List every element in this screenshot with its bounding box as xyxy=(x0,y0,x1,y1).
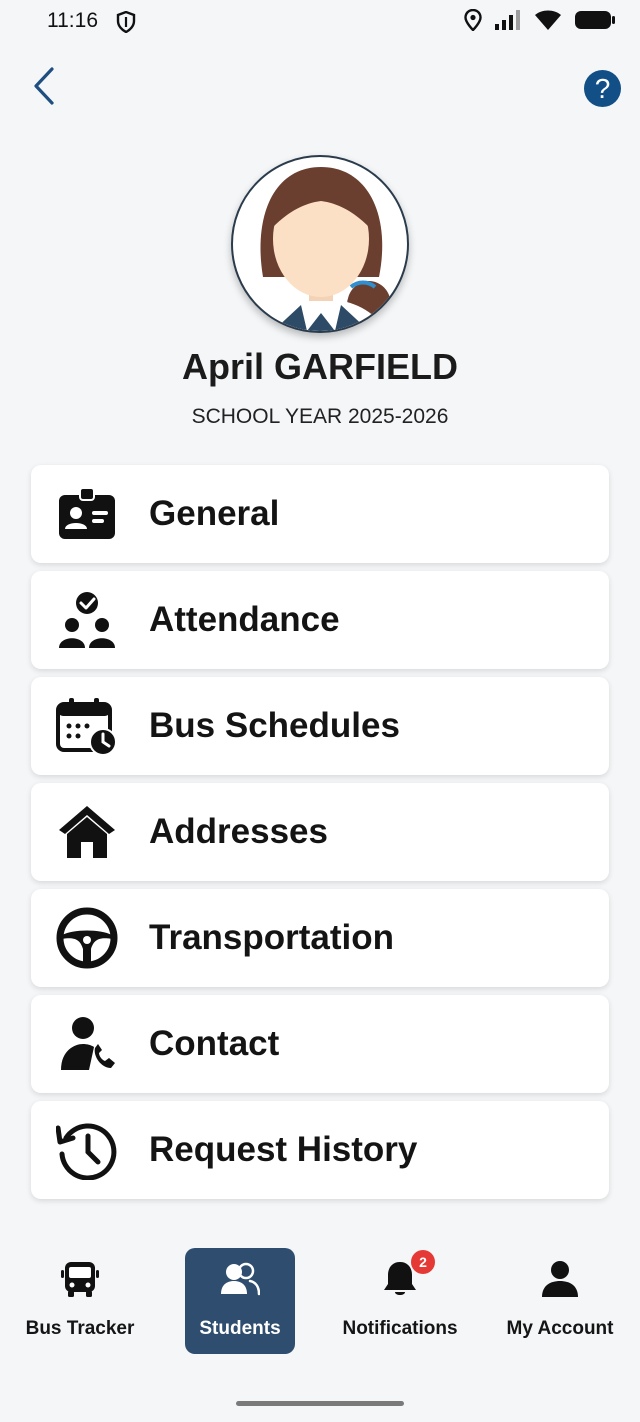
nav-bus-tracker[interactable]: Bus Tracker xyxy=(25,1248,135,1354)
nav-label-students: Students xyxy=(199,1318,281,1339)
person-phone-icon xyxy=(55,1012,119,1076)
help-icon: ? xyxy=(594,72,611,104)
battery-icon xyxy=(574,9,616,36)
id-card-icon xyxy=(55,482,119,546)
bottom-nav: Bus Tracker Students 2 Notifications My … xyxy=(0,1232,640,1372)
menu-item-addresses[interactable]: Addresses xyxy=(31,783,609,881)
signal-icon xyxy=(494,9,522,36)
students-icon xyxy=(220,1256,260,1302)
chevron-left-icon xyxy=(32,66,56,110)
home-indicator[interactable] xyxy=(236,1401,404,1406)
student-profile-screen: 11:16 ? April GARFIELD SCHOOL YEAR 2025-… xyxy=(0,0,640,1422)
menu-label-addresses: Addresses xyxy=(149,812,328,851)
nav-my-account[interactable]: My Account xyxy=(505,1248,615,1354)
menu-item-request-history[interactable]: Request History xyxy=(31,1101,609,1199)
bell-icon: 2 xyxy=(383,1250,435,1302)
wifi-icon xyxy=(534,9,562,36)
calendar-clock-icon xyxy=(55,694,119,758)
location-icon xyxy=(464,8,482,36)
status-bar: 11:16 xyxy=(0,0,640,44)
nav-students[interactable]: Students xyxy=(185,1248,295,1354)
attendance-group-icon xyxy=(55,588,119,652)
account-icon xyxy=(541,1256,579,1302)
menu-item-bus-schedules[interactable]: Bus Schedules xyxy=(31,677,609,775)
nav-label-bus-tracker: Bus Tracker xyxy=(25,1318,135,1339)
menu-label-contact: Contact xyxy=(149,1024,280,1063)
student-menu: General Attendance Bus Schedules Address… xyxy=(31,465,609,1207)
menu-label-attendance: Attendance xyxy=(149,600,340,639)
menu-label-general: General xyxy=(149,494,280,533)
menu-item-attendance[interactable]: Attendance xyxy=(31,571,609,669)
menu-item-general[interactable]: General xyxy=(31,465,609,563)
menu-label-request-history: Request History xyxy=(149,1130,418,1169)
history-icon xyxy=(55,1118,119,1182)
bus-icon xyxy=(61,1256,99,1302)
notification-badge: 2 xyxy=(411,1250,435,1274)
back-button[interactable] xyxy=(24,66,64,110)
menu-label-bus-schedules: Bus Schedules xyxy=(149,706,400,745)
help-button[interactable]: ? xyxy=(584,70,621,107)
school-year: SCHOOL YEAR 2025-2026 xyxy=(191,405,449,428)
house-icon xyxy=(55,800,119,864)
menu-label-transportation: Transportation xyxy=(149,918,395,957)
menu-item-contact[interactable]: Contact xyxy=(31,995,609,1093)
avatar xyxy=(231,155,409,333)
shield-icon xyxy=(116,10,136,38)
student-name: April GARFIELD xyxy=(182,346,458,387)
nav-notifications[interactable]: 2 Notifications xyxy=(342,1248,458,1354)
nav-label-notifications: Notifications xyxy=(342,1318,458,1339)
menu-item-transportation[interactable]: Transportation xyxy=(31,889,609,987)
steering-wheel-icon xyxy=(55,906,119,970)
status-time: 11:16 xyxy=(47,9,98,32)
status-icons xyxy=(464,8,616,36)
nav-label-my-account: My Account xyxy=(506,1318,614,1339)
